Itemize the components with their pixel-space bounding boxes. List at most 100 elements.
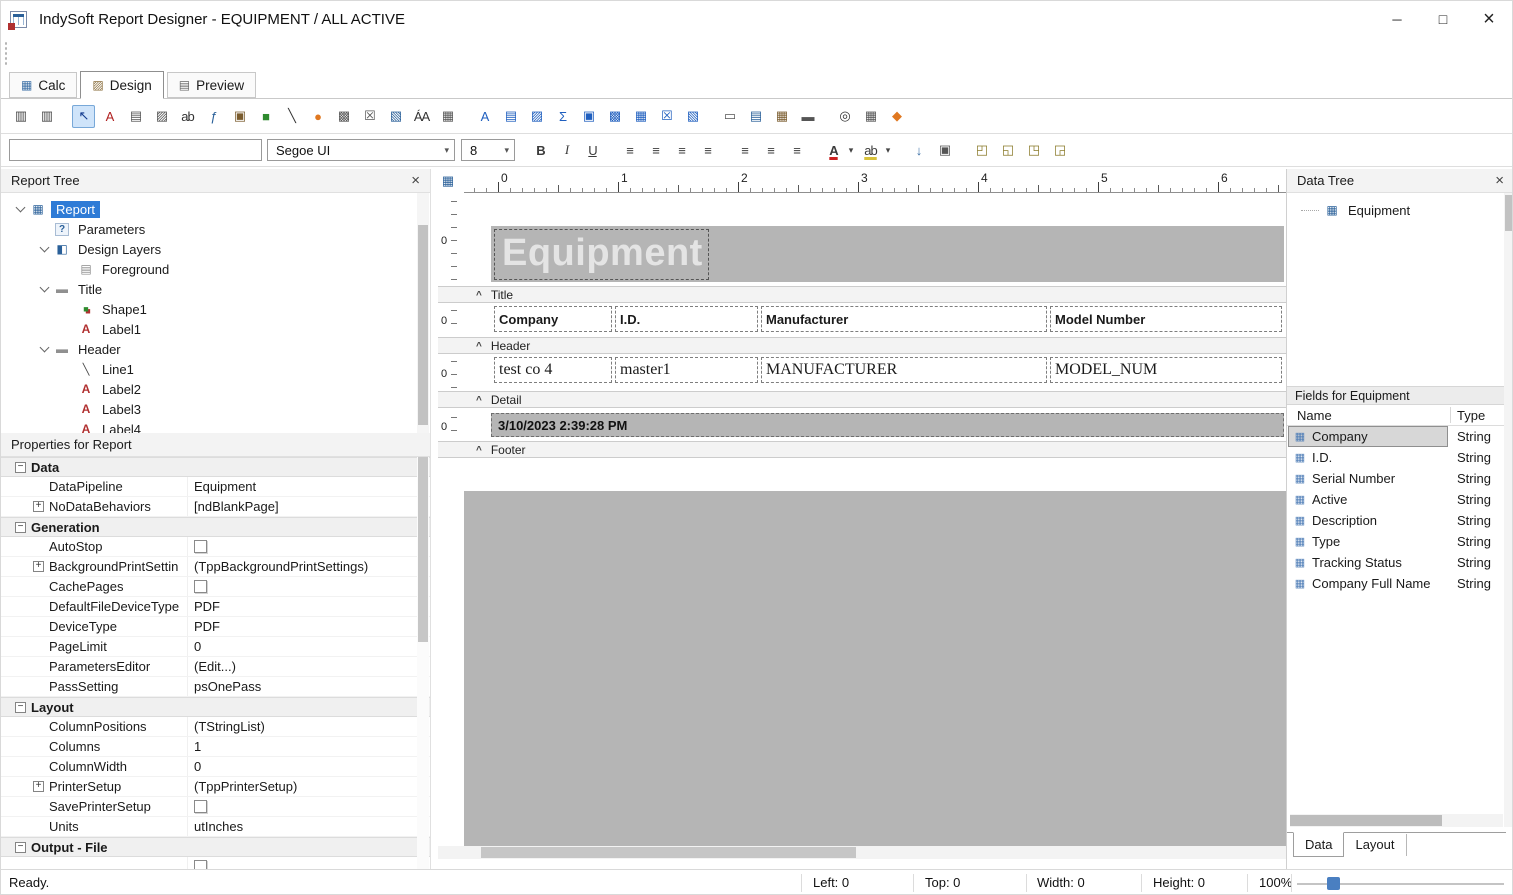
variable-tool[interactable]: ƒ [202,105,225,128]
db2dbarcode-tool[interactable]: ▦ [629,105,652,128]
property-value[interactable]: 0 [187,757,416,776]
checkbox[interactable] [194,580,207,593]
zoom-slider-thumb[interactable] [1327,877,1340,890]
align-center-button[interactable]: ≡ [644,139,667,162]
header-label-component[interactable]: Model Number [1050,306,1282,332]
dbcheckbox-tool[interactable]: ☒ [655,105,678,128]
data-tree-scrollbar[interactable] [1504,193,1513,827]
frame-button[interactable]: ▣ [933,139,956,162]
font-color-arrow[interactable]: ▾ [845,139,856,162]
property-row[interactable]: AutoStop [1,537,430,557]
grid-tool[interactable]: ▦ [436,105,459,128]
field-name-cell[interactable]: Type [1289,532,1447,551]
expand-box-icon[interactable]: − [15,702,26,713]
expand-box-icon[interactable]: + [33,561,44,572]
scrollbar-thumb[interactable] [1505,195,1512,231]
scrollbar-thumb[interactable] [418,225,428,425]
fields-horizontal-scrollbar[interactable] [1290,814,1503,827]
property-row[interactable]: DataPipeline Equipment [1,477,430,497]
field-name-cell[interactable]: I.D. [1289,448,1447,467]
title-label[interactable]: Equipment [494,229,709,280]
property-row[interactable]: + PrinterSetup (TppPrinterSetup) [1,777,430,797]
dbtext-component[interactable]: master1 [615,357,758,383]
dbtext-component[interactable]: MANUFACTURER [761,357,1047,383]
align-bottom-button[interactable]: ≡ [785,139,808,162]
checkbox[interactable] [194,800,207,813]
tree-item[interactable]: Title [1,279,430,299]
systemtext-tool[interactable]: ab [176,105,199,128]
field-name-cell[interactable]: Description [1289,511,1447,530]
header-label-component[interactable]: Company [494,306,612,332]
property-value[interactable] [187,577,416,596]
collapse-icon[interactable]: ^ [476,396,482,406]
field-row[interactable]: Active String [1287,489,1505,510]
name-column-header[interactable]: Name [1287,408,1332,423]
canvas-horizontal-scrollbar[interactable] [438,846,1286,859]
intl-text-tool[interactable]: ÁA [410,105,433,128]
field-name-cell[interactable]: Tracking Status [1289,553,1447,572]
property-value[interactable]: [ndBlankPage] [187,497,416,516]
underline-button[interactable]: U [581,139,604,162]
field-row[interactable]: Tracking Status String [1287,552,1505,573]
properties-scrollbar[interactable] [417,457,429,869]
field-name-cell[interactable]: Company [1289,427,1447,446]
align-justify-button[interactable]: ≡ [696,139,719,162]
tab-calc[interactable]: ▦ Calc [9,72,77,98]
footer-datetime-component[interactable]: 3/10/2023 2:39:28 PM [491,413,1284,437]
field-name-cell[interactable]: Company Full Name [1289,574,1447,593]
header-label-component[interactable]: I.D. [615,306,758,332]
dbtext-component[interactable]: MODEL_NUM [1050,357,1282,383]
field-row[interactable]: Serial Number String [1287,468,1505,489]
close-icon[interactable]: × [411,173,420,188]
property-value[interactable]: (TStringList) [187,717,416,736]
dbchart-tool[interactable]: ▧ [681,105,704,128]
align-middle-button[interactable]: ≡ [759,139,782,162]
minimize-button[interactable]: ─ [1374,1,1420,37]
checkbox[interactable] [194,860,207,869]
send-backward-button[interactable]: ◲ [1048,139,1071,162]
expand-box-icon[interactable]: − [15,522,26,533]
property-row[interactable]: ColumnWidth 0 [1,757,430,777]
font-family-combo[interactable]: Segoe UI ▾ [267,139,455,161]
font-size-combo[interactable]: 8 ▾ [461,139,515,161]
scrollbar-thumb[interactable] [418,457,428,642]
select-tool[interactable]: ↖ [72,105,95,128]
dbbarcode-tool[interactable]: ▩ [603,105,626,128]
property-row[interactable] [1,857,430,869]
table-grid-tool[interactable]: ▦ [859,105,882,128]
close-button[interactable]: × [1466,1,1512,37]
tree-item[interactable]: Label1 [1,319,430,339]
type-column-header[interactable]: Type [1457,408,1485,423]
property-row[interactable]: Columns 1 [1,737,430,757]
richtext-tool[interactable]: ▨ [150,105,173,128]
barcode-2d-tool[interactable]: ▩ [332,105,355,128]
pagebreak-tool[interactable]: ▬ [796,105,819,128]
tab-layout[interactable]: Layout [1344,834,1406,856]
expand-chevron-icon[interactable] [39,243,51,255]
tree-item[interactable]: Parameters [1,219,430,239]
property-row[interactable]: + NoDataBehaviors [ndBlankPage] [1,497,430,517]
data-tree-toggle[interactable]: ▥ [35,105,58,128]
align-left-button[interactable]: ≡ [618,139,641,162]
field-row[interactable]: Description String [1287,510,1505,531]
send-to-back-button[interactable]: ◱ [996,139,1019,162]
field-row[interactable]: I.D. String [1287,447,1505,468]
property-value[interactable] [187,537,416,556]
property-row[interactable]: + BackgroundPrintSettin (TppBackgroundPr… [1,557,430,577]
property-row[interactable]: Units utInches [1,817,430,837]
property-value[interactable]: (TppBackgroundPrintSettings) [187,557,416,576]
property-value[interactable]: PDF [187,597,416,616]
bring-forward-button[interactable]: ◳ [1022,139,1045,162]
theme-tool[interactable]: ◆ [885,105,908,128]
property-value[interactable]: psOnePass [187,677,416,696]
chart-tool[interactable]: ▧ [384,105,407,128]
tree-item[interactable]: Label4 [1,419,430,433]
tree-item[interactable]: Foreground [1,259,430,279]
font-color-button[interactable]: A [822,139,845,162]
highlight-color-button[interactable]: ab [859,139,882,162]
checkbox-tool[interactable]: ☒ [358,105,381,128]
align-top-button[interactable]: ≡ [733,139,756,162]
barcode-tool[interactable]: ● [306,105,329,128]
maximize-button[interactable]: □ [1420,1,1466,37]
region-tool[interactable]: ▭ [718,105,741,128]
